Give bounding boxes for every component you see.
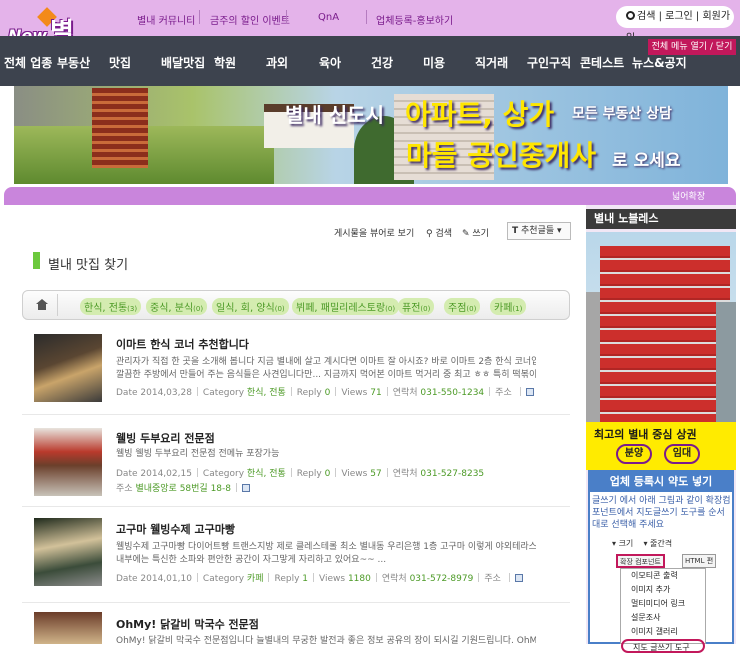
category-japanese[interactable]: 일식, 회, 양식(0) [212, 298, 289, 315]
pencil-icon: ✎ [462, 229, 473, 239]
row-divider [22, 414, 570, 415]
nav-delivery[interactable]: 배달맛집 [161, 54, 205, 71]
category-korean[interactable]: 한식, 전통(3) [80, 298, 142, 315]
business-register-link[interactable]: 업체등록-홍보하기 [376, 12, 453, 27]
login-link[interactable]: 로그인 [665, 11, 693, 22]
document-icon[interactable] [242, 484, 250, 492]
post-meta: Date 2014,02,15 Category 한식, 전통 Reply 0 Vie… [116, 468, 485, 479]
html-edit-button[interactable]: HTML 편 [682, 554, 717, 568]
sidebar-heading: 별내 노블레스 [586, 209, 736, 229]
post-title[interactable]: 이마트 한식 코너 추천합니다 [116, 336, 249, 352]
category-fusion[interactable]: 퓨전(0) [398, 298, 435, 315]
post-excerpt: OhMy! 닭갈비 막국수 전문점입니다 늘별내의 무궁한 발전과 좋은 정보 … [116, 636, 536, 646]
chevron-down-icon: ▾ [612, 539, 617, 548]
post-thumbnail[interactable] [34, 428, 102, 496]
auth-box: 검색 | 로그인 | 회원가입 [616, 6, 734, 44]
divider [286, 10, 287, 24]
banner-text-apartment: 아파트, 상가 [405, 98, 555, 131]
sidebar-building-image[interactable] [586, 232, 736, 422]
banner-text-welcome: 로 오세요 [612, 151, 681, 171]
banner-text-consult: 모든 부동산 상담 [572, 106, 672, 122]
extension-component-button[interactable]: 확장 컴포넌트 [616, 554, 665, 568]
document-icon[interactable] [514, 574, 523, 582]
home-button[interactable] [28, 294, 58, 316]
chevron-down-icon: ▾ [643, 539, 648, 548]
sort-select[interactable]: T 추천글들 ▾ [507, 222, 571, 240]
menu-toggle-button[interactable]: 전체 메뉴 열기 / 닫기 [648, 39, 736, 55]
banner-tower-image [92, 88, 148, 168]
board-title: 별내 맛집 찾기 [48, 258, 129, 273]
nav-direct-trade[interactable]: 직거래 [475, 54, 508, 71]
post-excerpt: 웰빙 웰빙 두부요리 전문점 전메뉴 포장가능 [116, 449, 280, 459]
sale-button[interactable]: 분양 [616, 444, 652, 464]
menu-item[interactable]: 이모티콘 출력 [621, 569, 705, 583]
nav-news[interactable]: 뉴스&공지 [632, 54, 687, 71]
post-meta: Date 2014,03,28 Category 한식, 전통 Reply 0 Vie… [116, 385, 534, 398]
category-cafe[interactable]: 카페(1) [490, 298, 527, 315]
banner-text-agency: 마들 공인중개사 [406, 139, 597, 172]
post-title[interactable]: OhMy! 닭갈비 막국수 전문점 [116, 616, 259, 632]
category-chinese[interactable]: 중식, 분식(0) [146, 298, 208, 315]
menu-item[interactable]: 이미지 추가 [621, 583, 705, 597]
qna-link[interactable]: QnA [318, 12, 339, 23]
search-icon [626, 11, 635, 20]
post-thumbnail[interactable] [34, 334, 102, 402]
post-meta: Date 2014,01,10 Category 카페 Reply 1 Views 1… [116, 571, 523, 584]
chevron-down-icon: ▾ [557, 226, 562, 236]
guide-text: 글쓰기 에서 아래 그림과 같이 확장컴포넌트에서 지도글쓰기 도구를 순서대로… [592, 496, 731, 530]
menu-item-map-tool[interactable]: 지도 글쓰기 도구 [621, 639, 705, 653]
post-title[interactable]: 고구마 웰빙수제 고구마빵 [116, 521, 235, 537]
nav-jobs[interactable]: 구인구직 [527, 54, 571, 71]
nav-tutoring[interactable]: 과외 [266, 54, 288, 71]
lease-button[interactable]: 임대 [664, 444, 700, 464]
title-accent [33, 252, 40, 269]
sidebar-cta: 최고의 별내 중심 상권 분양 임대 [586, 422, 736, 470]
category-pub[interactable]: 주점(0) [444, 298, 481, 315]
board-search-button[interactable]: ⚲ 검색 [426, 226, 452, 239]
write-button[interactable]: ✎ 쓰기 [462, 226, 489, 239]
nav-restaurants[interactable]: 맛집 [109, 54, 131, 71]
divider [199, 10, 200, 24]
post-title[interactable]: 웰빙 두부요리 전문점 [116, 430, 215, 446]
nav-health[interactable]: 건강 [371, 54, 393, 71]
nav-contest[interactable]: 콘테스트 [580, 54, 624, 71]
divider [366, 10, 367, 24]
search-link[interactable]: 검색 [637, 11, 655, 22]
menu-item[interactable]: 멀티미디어 링크 [621, 597, 705, 611]
post-excerpt: 관리자가 직접 한 곳을 소개해 봅니다 지금 별내에 살고 계시다면 이마트 … [116, 357, 536, 367]
nav-academy[interactable]: 학원 [214, 54, 236, 71]
menu-item[interactable]: 설문조사 [621, 611, 705, 625]
post-thumbnail[interactable] [34, 612, 102, 644]
post-thumbnail[interactable] [34, 518, 102, 586]
expand-view-button[interactable]: 넓어확장 [672, 189, 705, 202]
post-excerpt: 내부에는 특신한 소파와 편안한 공간이 자그맣게 자리하고 있어요~~ ... [116, 555, 387, 565]
guide-title: 업체 등록시 약도 넣기 [590, 472, 732, 492]
document-icon[interactable] [525, 388, 534, 396]
post-excerpt: 웰빙수제 고구마빵 다이어트빵 트랜스지방 제로 클레스테롤 최소 별내동 우리… [116, 542, 536, 552]
nav-beauty[interactable]: 미용 [423, 54, 445, 71]
nav-real-estate[interactable]: 부동산 [57, 54, 90, 71]
nav-childcare[interactable]: 육아 [319, 54, 341, 71]
row-divider [22, 506, 570, 507]
post-excerpt: 깔끔한 주방에서 만들어 주는 음식들은 사견입니다만... 지금까지 먹어본 … [116, 370, 536, 380]
nav-all-categories[interactable]: 전체 업종 [4, 54, 52, 71]
cta-title: 최고의 별내 중심 상권 [594, 428, 697, 441]
row-divider [22, 602, 570, 603]
extension-menu: 이모티콘 출력 이미지 추가 멀티미디어 링크 설문조사 이미지 갤러리 지도 … [620, 568, 706, 653]
menu-item[interactable]: 이미지 갤러리 [621, 625, 705, 639]
weekly-event-link[interactable]: 금주의 할인 이벤트 [210, 12, 290, 27]
category-buffet[interactable]: 뷔페, 패밀리레스토랑(0) [292, 298, 400, 315]
viewer-toggle-link[interactable]: 게시물을 뷰어로 보기 [334, 226, 414, 239]
editor-toolbar-preview: ▾ 크기 ▾ 줄간격 [612, 539, 673, 548]
banner-text-area: 별내 신도시 [285, 103, 384, 127]
community-link[interactable]: 별내 커뮤니티 [137, 12, 195, 27]
content-header-band [4, 187, 736, 205]
post-address-line: 주소 별내중앙로 58번길 18-8 [116, 481, 250, 494]
